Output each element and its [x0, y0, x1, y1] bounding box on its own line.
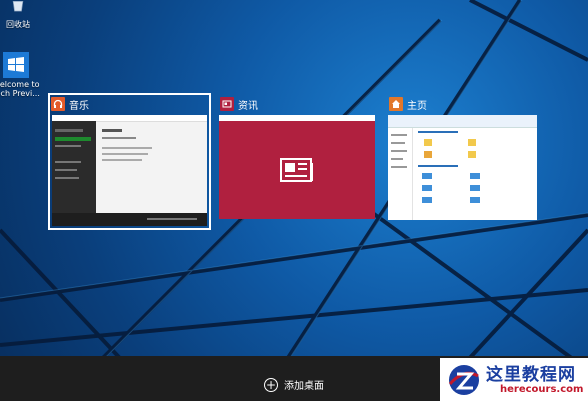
desktop-background: 回收站 Welcome to Tech Previ... 音乐: [0, 0, 588, 401]
window-title-home: 主页: [407, 100, 427, 112]
add-desktop-button[interactable]: + 添加桌面: [264, 377, 324, 392]
window-header-news: 资讯: [220, 95, 258, 113]
add-desktop-label: 添加桌面: [284, 381, 324, 392]
news-splash-icon: [280, 158, 313, 182]
music-app-thumbnail: [52, 115, 207, 226]
explorer-thumbnail: [388, 115, 537, 220]
window-header-home: 主页: [389, 95, 427, 113]
recycle-bin-icon: [12, 1, 24, 12]
news-icon: [220, 97, 234, 111]
news-app-thumbnail: [219, 115, 375, 219]
watermark-logo: [448, 365, 479, 395]
watermark-url: herecours.com: [500, 384, 584, 395]
task-view-window-news[interactable]: 资讯: [219, 93, 376, 230]
window-title-music: 音乐: [69, 100, 89, 112]
home-icon: [389, 97, 403, 111]
watermark: 这里教程网 herecours.com: [440, 358, 588, 401]
headphones-icon: [51, 97, 65, 111]
window-title-news: 资讯: [238, 100, 258, 112]
music-playback-bar: [52, 213, 207, 226]
watermark-title: 这里教程网: [486, 365, 576, 385]
music-sidebar: [52, 121, 96, 213]
desktop-icon-recycle-bin[interactable]: 回收站: [0, 0, 42, 29]
welcome-label-line1: Welcome to: [0, 80, 40, 89]
recycle-bin-label: 回收站: [6, 20, 30, 29]
windows-logo-icon: [3, 52, 29, 78]
desktop-icon-welcome[interactable]: Welcome to Tech Previ...: [0, 52, 40, 98]
window-header-music: 音乐: [51, 95, 89, 113]
welcome-label-line2: Tech Previ...: [0, 89, 40, 98]
task-view-window-home[interactable]: 主页: [388, 93, 538, 230]
task-view-window-music[interactable]: 音乐: [48, 93, 211, 230]
plus-icon: +: [264, 377, 278, 392]
